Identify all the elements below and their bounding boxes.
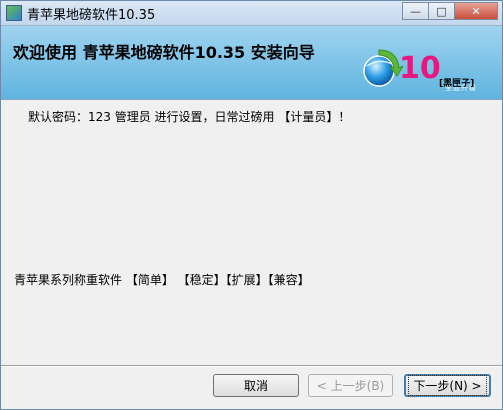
maximize-icon: □ [436, 4, 447, 18]
cancel-button-label: 取消 [243, 379, 268, 393]
footer-divider [1, 365, 502, 367]
maximize-button[interactable]: □ [428, 2, 454, 20]
minimize-icon: — [410, 4, 421, 18]
back-button-label: < 上一步(B) [316, 379, 385, 393]
window-controls: — □ ✕ [402, 2, 498, 20]
logo-version-number: 10 [399, 51, 441, 86]
wizard-title: 欢迎使用 青苹果地磅软件10.35 安装向导 [13, 43, 315, 62]
minimize-button[interactable]: — [402, 2, 428, 20]
globe-logo-icon [363, 49, 403, 87]
title-bar[interactable]: 青苹果地磅软件10.35 — □ ✕ [1, 1, 502, 26]
next-button-label: 下一步(N) > [408, 375, 487, 396]
installer-window: 青苹果地磅软件10.35 — □ ✕ 欢迎使用 青苹果地磅软件10.35 安装向… [0, 0, 503, 410]
logo-tag: [黑匣子] [439, 79, 475, 89]
next-button[interactable]: 下一步(N) > [404, 374, 491, 397]
close-button[interactable]: ✕ [454, 2, 498, 20]
app-icon [6, 5, 22, 21]
close-icon: ✕ [471, 4, 481, 18]
header-banner: 欢迎使用 青苹果地磅软件10.35 安装向导 10 全面升级 [1, 26, 502, 100]
series-description: 青苹果系列称重软件 【简单】 【稳定】【扩展】【兼容】 [14, 273, 310, 287]
window-title: 青苹果地磅软件10.35 [27, 8, 156, 23]
back-button[interactable]: < 上一步(B) [308, 374, 393, 397]
default-password-note: 默认密码：123 管理员 进行设置，日常过磅用 【计量员】！ [28, 110, 351, 124]
cancel-button[interactable]: 取消 [213, 374, 299, 397]
